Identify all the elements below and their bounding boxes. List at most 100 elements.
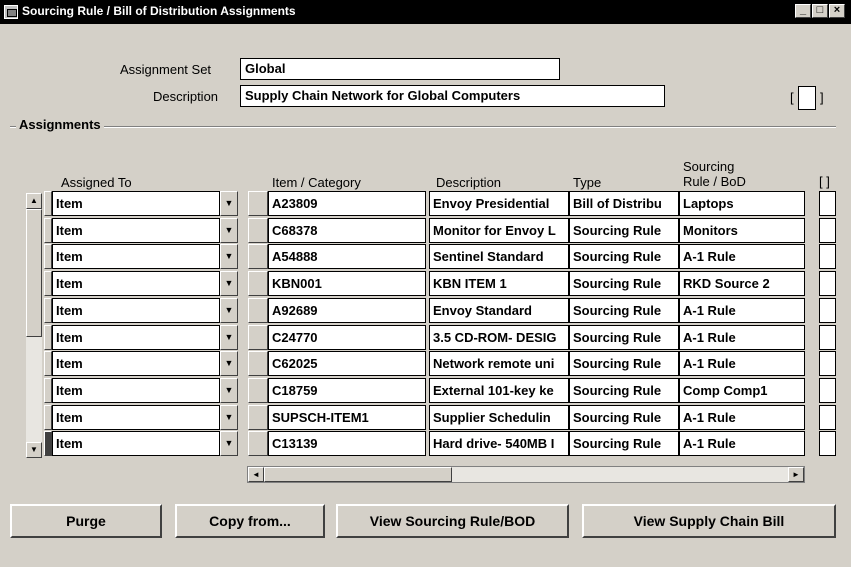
chevron-down-icon[interactable]: ▼ <box>220 271 238 296</box>
flex-cell[interactable] <box>819 431 836 456</box>
chevron-down-icon[interactable]: ▼ <box>220 298 238 323</box>
flex-cell[interactable] <box>819 351 836 376</box>
type-cell[interactable]: Sourcing Rule <box>569 218 679 243</box>
scroll-left-button[interactable]: ◄ <box>248 467 264 482</box>
type-cell[interactable]: Sourcing Rule <box>569 351 679 376</box>
assigned-to-cell[interactable]: Item <box>52 351 220 376</box>
item-row-selector[interactable] <box>248 351 268 376</box>
view-supply-chain-bill-button[interactable]: View Supply Chain Bill <box>582 504 836 538</box>
flex-cell[interactable] <box>819 325 836 350</box>
type-cell[interactable]: Sourcing Rule <box>569 271 679 296</box>
item-row-selector[interactable] <box>248 244 268 269</box>
description-cell[interactable]: Sentinel Standard <box>429 244 569 269</box>
item-category-cell[interactable]: C24770 <box>268 325 426 350</box>
vertical-scrollbar[interactable]: ▲ ▼ <box>26 193 42 458</box>
description-cell[interactable]: 3.5 CD-ROM- DESIG <box>429 325 569 350</box>
item-category-cell[interactable]: C62025 <box>268 351 426 376</box>
scroll-down-button[interactable]: ▼ <box>26 442 42 458</box>
assigned-to-cell[interactable]: Item <box>52 298 220 323</box>
horizontal-scroll-thumb[interactable] <box>264 467 452 482</box>
sourcing-rule-cell[interactable]: Laptops <box>679 191 805 216</box>
item-category-cell[interactable]: A54888 <box>268 244 426 269</box>
assigned-to-cell[interactable]: Item <box>52 191 220 216</box>
sourcing-rule-cell[interactable]: Comp Comp1 <box>679 378 805 403</box>
description-cell[interactable]: Supplier Schedulin <box>429 405 569 430</box>
item-category-cell[interactable]: C68378 <box>268 218 426 243</box>
item-row-selector[interactable] <box>248 271 268 296</box>
row-selector[interactable] <box>44 298 52 323</box>
type-cell[interactable]: Sourcing Rule <box>569 405 679 430</box>
assigned-to-cell[interactable]: Item <box>52 218 220 243</box>
description-cell[interactable]: KBN ITEM 1 <box>429 271 569 296</box>
item-row-selector[interactable] <box>248 325 268 350</box>
item-category-cell[interactable]: A92689 <box>268 298 426 323</box>
scroll-up-button[interactable]: ▲ <box>26 193 42 209</box>
item-category-cell[interactable]: C18759 <box>268 378 426 403</box>
item-row-selector[interactable] <box>248 405 268 430</box>
flex-cell[interactable] <box>819 244 836 269</box>
type-cell[interactable]: Sourcing Rule <box>569 298 679 323</box>
flex-cell[interactable] <box>819 271 836 296</box>
item-category-cell[interactable]: C13139 <box>268 431 426 456</box>
row-selector[interactable] <box>44 325 52 350</box>
row-selector[interactable] <box>44 218 52 243</box>
description-cell[interactable]: Monitor for Envoy L <box>429 218 569 243</box>
item-row-selector[interactable] <box>248 431 268 456</box>
flex-cell[interactable] <box>819 191 836 216</box>
item-category-cell[interactable]: KBN001 <box>268 271 426 296</box>
chevron-down-icon[interactable]: ▼ <box>220 405 238 430</box>
type-cell[interactable]: Sourcing Rule <box>569 431 679 456</box>
copy-from-button[interactable]: Copy from... <box>175 504 325 538</box>
vertical-scroll-thumb[interactable] <box>26 209 42 337</box>
chevron-down-icon[interactable]: ▼ <box>220 351 238 376</box>
assigned-to-cell[interactable]: Item <box>52 378 220 403</box>
sourcing-rule-cell[interactable]: Monitors <box>679 218 805 243</box>
maximize-button[interactable]: □ <box>812 4 828 18</box>
type-cell[interactable]: Bill of Distribu <box>569 191 679 216</box>
sourcing-rule-cell[interactable]: A-1 Rule <box>679 298 805 323</box>
sourcing-rule-cell[interactable]: A-1 Rule <box>679 325 805 350</box>
flex-cell[interactable] <box>819 378 836 403</box>
chevron-down-icon[interactable]: ▼ <box>220 431 238 456</box>
window-icon[interactable] <box>4 5 18 19</box>
chevron-down-icon[interactable]: ▼ <box>220 325 238 350</box>
assigned-to-cell[interactable]: Item <box>52 271 220 296</box>
description-cell[interactable]: Envoy Presidential <box>429 191 569 216</box>
description-cell[interactable]: Network remote uni <box>429 351 569 376</box>
description-field[interactable]: Supply Chain Network for Global Computer… <box>240 85 665 107</box>
row-selector[interactable] <box>44 405 52 430</box>
description-cell[interactable]: External 101-key ke <box>429 378 569 403</box>
description-cell[interactable]: Envoy Standard <box>429 298 569 323</box>
close-button[interactable]: × <box>829 4 845 18</box>
horizontal-scrollbar[interactable]: ◄ ► <box>247 466 805 483</box>
view-sourcing-rule-button[interactable]: View Sourcing Rule/BOD <box>336 504 569 538</box>
chevron-down-icon[interactable]: ▼ <box>220 378 238 403</box>
sourcing-rule-cell[interactable]: A-1 Rule <box>679 244 805 269</box>
row-selector[interactable] <box>44 271 52 296</box>
type-cell[interactable]: Sourcing Rule <box>569 244 679 269</box>
row-selector[interactable] <box>44 191 52 216</box>
sourcing-rule-cell[interactable]: A-1 Rule <box>679 405 805 430</box>
assigned-to-cell[interactable]: Item <box>52 244 220 269</box>
descriptive-flexfield[interactable] <box>798 86 816 110</box>
item-row-selector[interactable] <box>248 298 268 323</box>
item-row-selector[interactable] <box>248 191 268 216</box>
scroll-right-button[interactable]: ► <box>788 467 804 482</box>
flex-cell[interactable] <box>819 405 836 430</box>
row-selector[interactable] <box>44 351 52 376</box>
row-selector[interactable] <box>44 431 52 456</box>
row-selector[interactable] <box>44 244 52 269</box>
chevron-down-icon[interactable]: ▼ <box>220 218 238 243</box>
item-category-cell[interactable]: SUPSCH-ITEM1 <box>268 405 426 430</box>
item-category-cell[interactable]: A23809 <box>268 191 426 216</box>
type-cell[interactable]: Sourcing Rule <box>569 325 679 350</box>
assigned-to-cell[interactable]: Item <box>52 405 220 430</box>
flex-cell[interactable] <box>819 218 836 243</box>
sourcing-rule-cell[interactable]: A-1 Rule <box>679 351 805 376</box>
flex-cell[interactable] <box>819 298 836 323</box>
row-selector[interactable] <box>44 378 52 403</box>
item-row-selector[interactable] <box>248 378 268 403</box>
item-row-selector[interactable] <box>248 218 268 243</box>
description-cell[interactable]: Hard drive- 540MB I <box>429 431 569 456</box>
sourcing-rule-cell[interactable]: A-1 Rule <box>679 431 805 456</box>
